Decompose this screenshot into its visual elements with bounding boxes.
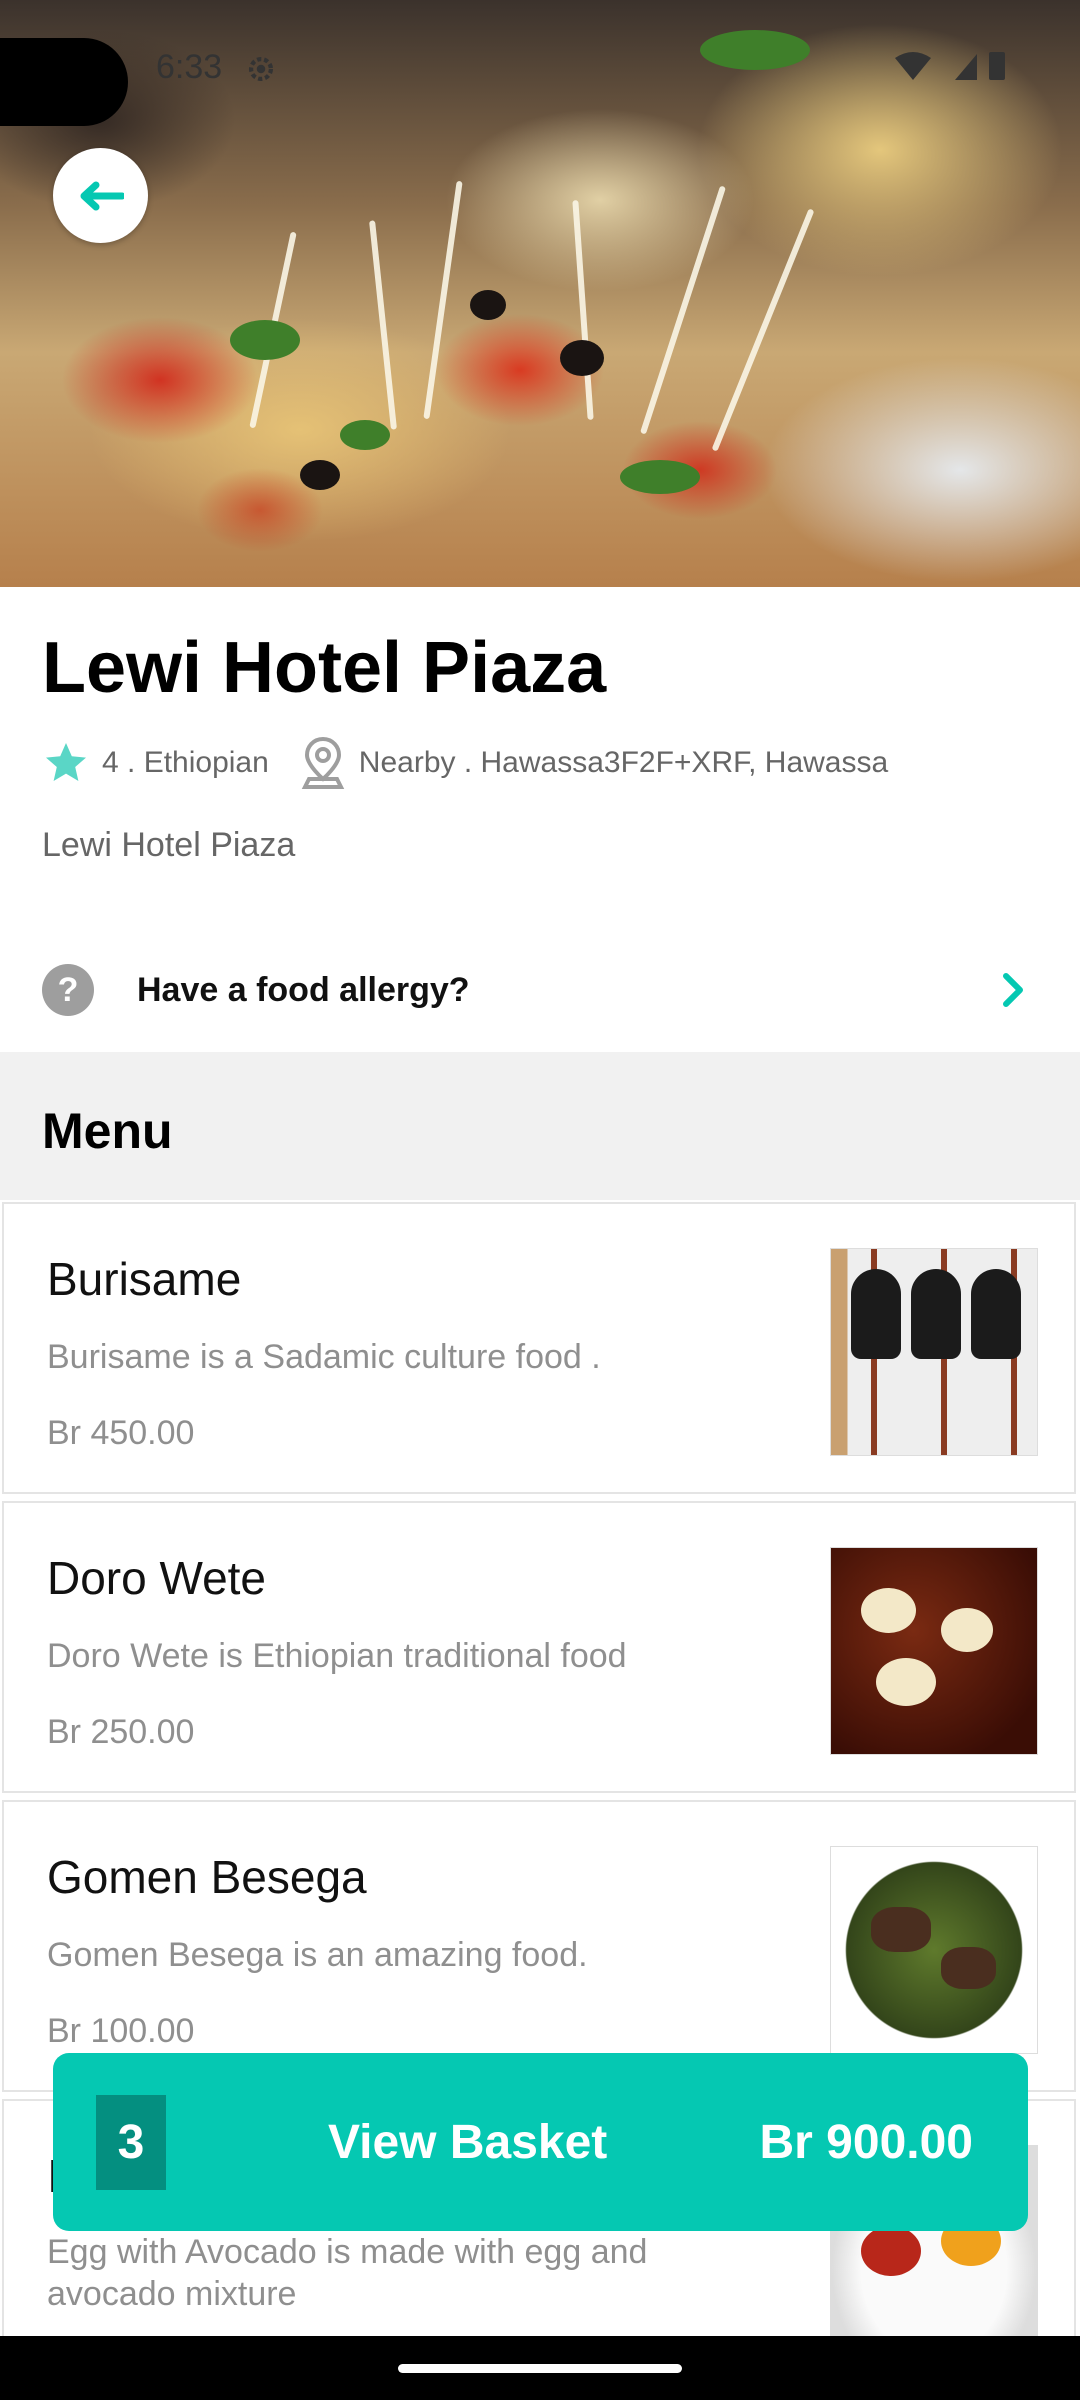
menu-item-name: Burisame: [47, 1253, 242, 1305]
menu-item-description: Gomen Besega is an amazing food.: [47, 1936, 588, 1974]
menu-item-name: Gomen Besega: [47, 1851, 367, 1903]
menu-item-description: Doro Wete is Ethiopian traditional food: [47, 1637, 627, 1675]
food-allergy-row[interactable]: ? Have a food allergy?: [0, 930, 1080, 1050]
status-time: 6:33: [156, 48, 223, 86]
star-icon: [46, 743, 86, 781]
settings-gear-icon: [248, 56, 274, 82]
restaurant-title: Lewi Hotel Piaza: [42, 628, 607, 708]
help-icon: ?: [42, 964, 94, 1016]
menu-title: Menu: [42, 1103, 173, 1159]
menu-item-card[interactable]: Doro Wete Doro Wete is Ethiopian traditi…: [2, 1501, 1076, 1793]
menu-item-image: [830, 1547, 1038, 1755]
wifi-icon: [895, 52, 931, 80]
rating-cuisine: 4 . Ethiopian: [102, 746, 269, 779]
camera-cutout: [0, 38, 128, 126]
back-arrow-icon: [80, 181, 124, 210]
view-basket-button[interactable]: 3 View Basket Br 900.00: [53, 2053, 1028, 2231]
menu-item-price: Br 100.00: [47, 2012, 195, 2050]
basket-total: Br 900.00: [759, 2115, 974, 2169]
restaurant-subtitle: Lewi Hotel Piaza: [42, 826, 296, 864]
menu-item-description: Burisame is a Sadamic culture food .: [47, 1338, 601, 1376]
restaurant-location: Nearby . Hawassa3F2F+XRF, Hawassa: [358, 746, 889, 779]
menu-item-price: Br 450.00: [47, 1414, 195, 1452]
food-allergy-label: Have a food allergy?: [137, 970, 470, 1009]
status-icons: [895, 52, 1005, 80]
back-button[interactable]: [53, 148, 148, 243]
basket-label: View Basket: [328, 2115, 608, 2169]
menu-item-price: Br 250.00: [47, 1713, 195, 1751]
menu-item-image: [830, 1248, 1038, 1456]
basket-count: 3: [96, 2094, 166, 2190]
chevron-right-icon: [1003, 973, 1023, 1007]
signal-icon: [955, 54, 977, 80]
menu-item-card[interactable]: Gomen Besega Gomen Besega is an amazing …: [2, 1800, 1076, 2092]
restaurant-meta: 4 . Ethiopian Nearby . Hawassa3F2F+XRF, …: [42, 735, 888, 791]
menu-item-description: Egg with Avocado is made with egg and av…: [47, 2233, 648, 2313]
menu-item-image: [830, 1846, 1038, 2054]
home-gesture-handle[interactable]: [398, 2364, 682, 2373]
menu-item-name: Doro Wete: [47, 1552, 267, 1604]
battery-icon: [989, 52, 1005, 80]
menu-item-card[interactable]: Burisame Burisame is a Sadamic culture f…: [2, 1202, 1076, 1494]
location-pin-icon: [301, 736, 345, 789]
hero-image: [0, 0, 1080, 587]
